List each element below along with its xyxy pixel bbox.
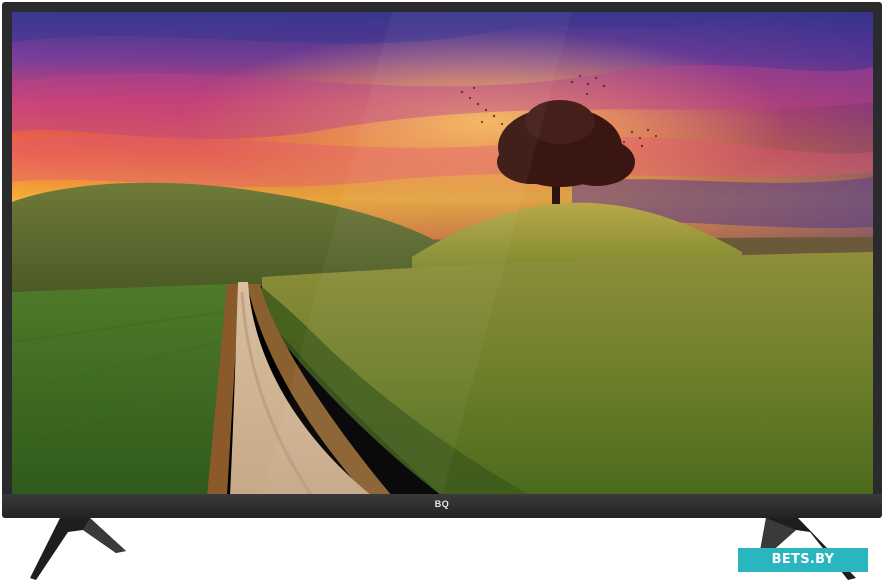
tv-bezel xyxy=(2,2,882,502)
screen-wallpaper-image xyxy=(12,12,873,496)
tv-stand-left xyxy=(30,518,126,580)
brand-logo: BQ xyxy=(434,499,450,509)
product-photo: BQ BETS.BY xyxy=(0,0,886,583)
tv-bottom-bezel: BQ xyxy=(2,494,882,518)
tv-screen xyxy=(12,12,873,496)
watermark-badge: BETS.BY xyxy=(738,548,868,572)
